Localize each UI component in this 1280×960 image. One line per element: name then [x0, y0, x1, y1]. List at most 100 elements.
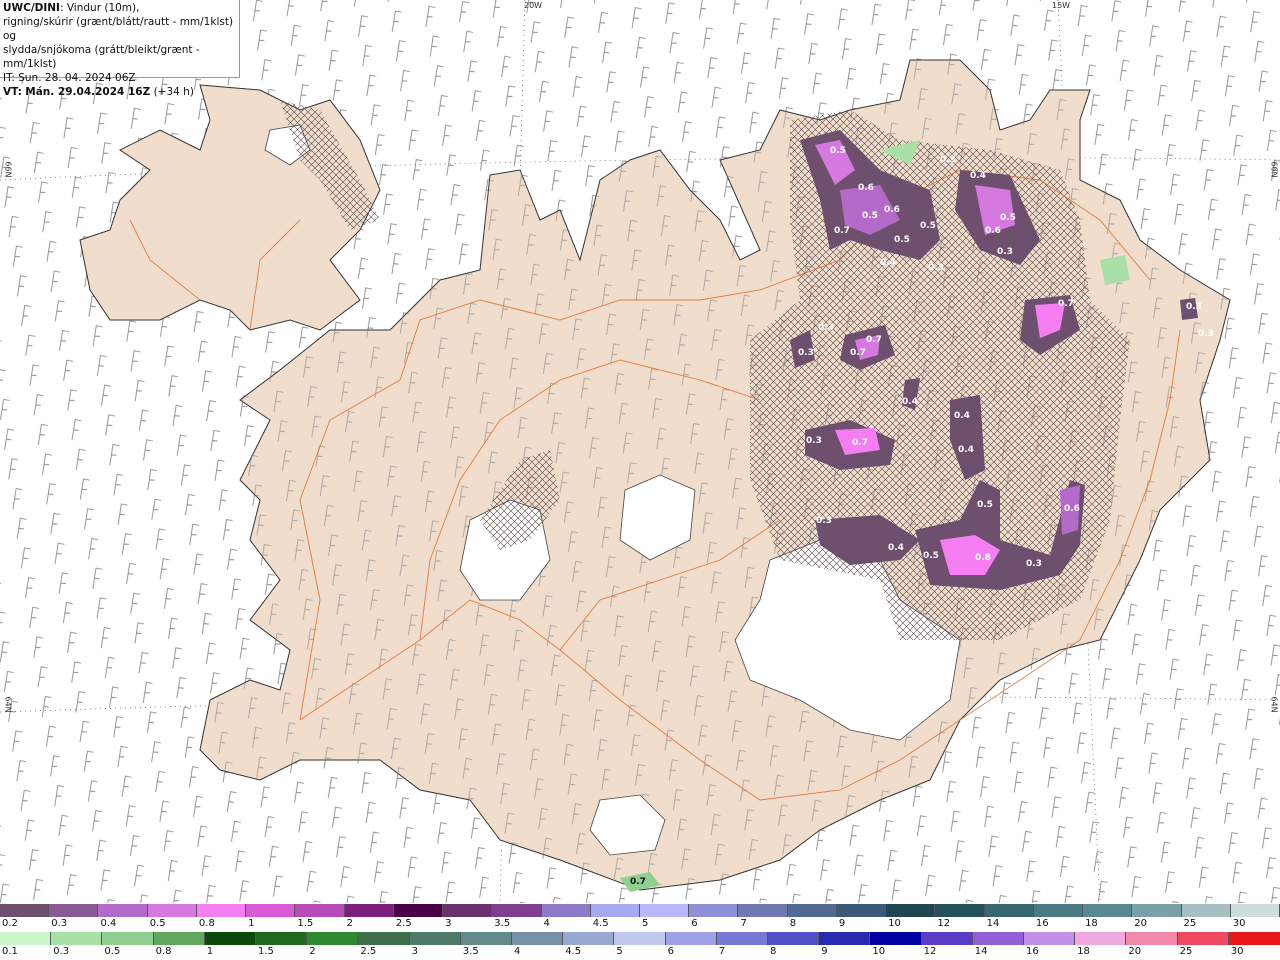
legend-label: 10	[888, 918, 901, 929]
legend-label: 7	[718, 946, 726, 957]
legend-swatch	[1230, 904, 1280, 917]
lat-label-66n-right: 66N	[1269, 161, 1279, 178]
precip-label: 0.3	[997, 247, 1013, 257]
legend-swatch	[358, 932, 410, 945]
legend-swatch	[153, 932, 205, 945]
legend-swatch	[1228, 932, 1280, 945]
legend-swatch	[738, 904, 788, 917]
legend-label: 1.5	[297, 918, 314, 929]
legend-label: 2	[309, 946, 316, 957]
legend-swatch	[147, 904, 197, 917]
precip-label: 0.3	[1026, 559, 1042, 569]
initial-time: IT: Sun. 28. 04. 2024 06Z	[3, 72, 136, 84]
legend-label: 20	[1128, 946, 1142, 957]
legend-swatch	[836, 904, 887, 917]
legend-label: 6	[667, 946, 674, 957]
precip-label: 0.5	[977, 500, 993, 510]
legend-swatch	[819, 932, 871, 945]
precip-label: 0.5	[862, 211, 878, 221]
legend-label: 0.4	[100, 918, 117, 929]
iceland-weather-map: 0.5 0.6 0.5 0.6 0.7 0.5 0.5 0.4 0.3 0.3 …	[0, 0, 1280, 903]
legend-swatch	[665, 932, 717, 945]
legend-label: 10	[872, 946, 886, 957]
precip-label: 0.5	[923, 551, 939, 561]
legend-label: 14	[986, 918, 1000, 929]
legend-swatch	[344, 904, 394, 917]
legend-swatch	[1033, 904, 1084, 917]
precip-label: 0.4	[902, 397, 918, 407]
precip-label: 0.3	[818, 323, 834, 333]
precip-label: 0.7	[852, 438, 868, 448]
legend-label: 8	[789, 918, 797, 929]
legend-swatch	[870, 932, 922, 945]
legend-label: 25	[1183, 918, 1197, 929]
precip-label: 0.6	[884, 205, 900, 215]
legend-swatch	[196, 904, 247, 917]
rain-patch-east	[1100, 255, 1130, 285]
legend-label: 20	[1134, 918, 1148, 929]
legend-label: 12	[937, 918, 951, 929]
legend-swatch	[0, 904, 50, 917]
lon-label-20w: 20W	[524, 1, 543, 10]
legend-label: 9	[821, 946, 828, 957]
precip-label: 0.7	[866, 335, 882, 345]
precip-label: 0.3	[928, 263, 944, 273]
legend-label: 4.5	[565, 946, 582, 957]
precip-label: 0.3	[1198, 329, 1214, 339]
legend-label: 16	[1026, 946, 1039, 957]
legend-label: 0.8	[198, 918, 215, 929]
legend-label: 25	[1179, 946, 1193, 957]
precip-label: 0.6	[1064, 504, 1080, 514]
legend-label: 16	[1035, 918, 1049, 929]
legend-label: 3.5	[462, 946, 479, 957]
legend-label: 1.5	[258, 946, 274, 957]
precip-label: 0.5	[920, 221, 936, 231]
precip-label: 0.4	[880, 258, 896, 268]
legend-swatch	[246, 904, 296, 917]
model-name: UWC/DINI	[3, 2, 60, 14]
legend-label: 1	[206, 946, 214, 957]
legend-swatch	[1126, 932, 1178, 945]
legend-swatch	[563, 932, 615, 945]
precip-label: 0.3	[816, 516, 832, 526]
precip-label: 0.6	[985, 226, 1001, 236]
precip-label: 0.3	[798, 348, 814, 358]
legend-label: 5	[642, 918, 649, 929]
legend-label: 3	[445, 918, 452, 929]
legend-label: 4.5	[592, 918, 609, 929]
precip-label: 0.4	[954, 411, 970, 421]
legend-swatch	[1024, 932, 1076, 945]
legend-snow-labels: 0.2 0.3 0.4 0.5 0.8 1 1.5 2 2.5 3 3.5 4 4.5 5 6 7 8 9 10 12…	[0, 918, 1280, 930]
legend-swatch	[921, 932, 973, 945]
legend-swatch	[51, 932, 103, 945]
legend-label: 0.8	[155, 946, 172, 957]
legend-label: 4	[543, 918, 550, 929]
legend-swatch	[689, 904, 739, 917]
precip-label: 0.7	[630, 877, 646, 887]
precip-label: 0.5	[894, 235, 910, 245]
legend-label: 2	[346, 918, 353, 929]
legend-label: 1	[248, 918, 255, 929]
legend-swatch	[1132, 904, 1182, 917]
legend-label: 5	[616, 946, 623, 957]
legend-label: 9	[838, 918, 846, 929]
legend-swatch	[972, 932, 1024, 945]
precip-label: 0.7	[1058, 299, 1074, 309]
legend-label: 2.5	[360, 946, 377, 957]
legend-swatch	[886, 904, 936, 917]
legend-rain-scale	[0, 932, 1280, 945]
precip-label: 0.6	[858, 183, 874, 193]
legend-label: 3	[411, 946, 418, 957]
precip-label: 0.4	[888, 543, 904, 553]
precip-label: 0.8	[975, 553, 991, 563]
lat-label-66n-left: 66N	[3, 161, 13, 178]
legend-label: 0.3	[53, 946, 70, 957]
legend-label: 7	[740, 918, 747, 929]
legend-label: 8	[770, 946, 777, 957]
legend-swatch	[716, 932, 768, 945]
legend-swatch	[492, 904, 542, 917]
valid-time-value: Mán. 29.04.2024 16Z	[25, 86, 151, 98]
legend-swatch	[409, 932, 461, 945]
legend-swatch	[443, 904, 493, 917]
legend-label: 18	[1085, 918, 1098, 929]
